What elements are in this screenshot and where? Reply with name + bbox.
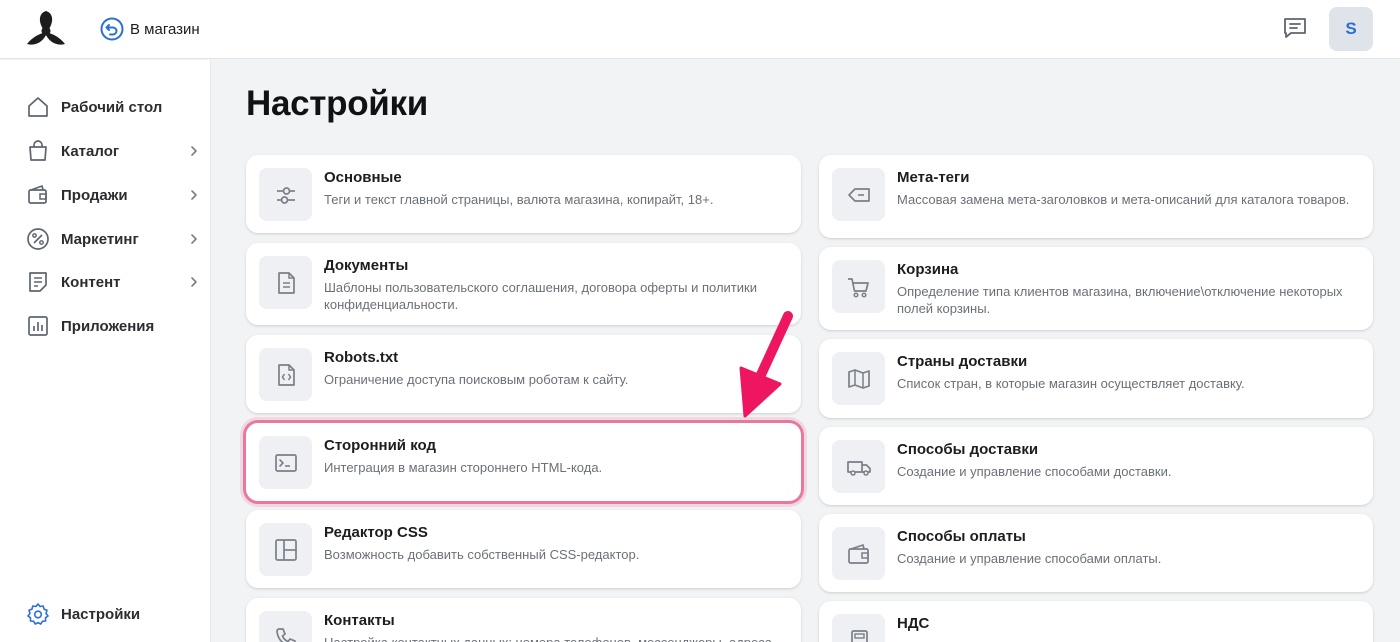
sliders-icon (259, 168, 312, 221)
file-code-icon (259, 348, 312, 401)
card-description: Список стран, в которые магазин осуществ… (897, 376, 1245, 391)
chevron-right-icon (191, 190, 197, 200)
card-title: Корзина (897, 261, 959, 278)
card-description: Ограничение доступа поисковым роботам к … (324, 372, 629, 387)
back-to-store-label: В магазин (130, 20, 200, 38)
card-title: Основные (324, 169, 402, 186)
cart-icon (832, 260, 885, 313)
undo-circle-icon (100, 17, 124, 41)
layout-icon (259, 523, 312, 576)
phone-icon (259, 611, 312, 642)
settings-card-general[interactable]: Основные Теги и текст главной страницы, … (246, 155, 801, 233)
wallet-icon (26, 183, 50, 207)
sidebar-item-dashboard[interactable]: Рабочий стол (26, 91, 206, 123)
card-title: Редактор CSS (324, 524, 428, 541)
settings-card-delivery-methods[interactable]: Способы доставки Создание и управление с… (819, 427, 1373, 505)
sidebar-item-label: Продажи (61, 186, 128, 204)
sidebar-item-settings[interactable]: Настройки (26, 598, 206, 630)
map-icon (832, 352, 885, 405)
sidebar-item-label: Рабочий стол (61, 98, 163, 116)
sidebar-item-marketing[interactable]: Маркетинг (26, 223, 206, 255)
settings-card-meta-tags[interactable]: Мета-теги Массовая замена мета-заголовко… (819, 155, 1373, 238)
tag-icon (832, 168, 885, 221)
sidebar-item-content[interactable]: Контент (26, 266, 206, 298)
card-description: Возможность добавить собственный CSS-ред… (324, 547, 640, 562)
chevron-right-icon (191, 146, 197, 156)
card-description: Шаблоны пользовательского соглашения, до… (324, 280, 757, 312)
user-avatar[interactable]: S (1329, 7, 1373, 51)
calculator-icon (832, 614, 885, 642)
file-text-icon (259, 256, 312, 309)
settings-card-robots[interactable]: Robots.txt Ограничение доступа поисковым… (246, 335, 801, 413)
sidebar-item-label: Маркетинг (61, 230, 139, 248)
logo-icon[interactable] (24, 9, 68, 47)
card-description: Теги и текст главной страницы, валюта ма… (324, 192, 714, 207)
settings-card-vat[interactable]: НДС (819, 601, 1373, 642)
card-description: Создание и управление способами оплаты. (897, 551, 1162, 566)
settings-card-css-editor[interactable]: Редактор CSS Возможность добавить собств… (246, 510, 801, 588)
chevron-right-icon (191, 234, 197, 244)
sidebar-item-label: Приложения (61, 317, 155, 335)
sidebar-item-label: Каталог (61, 142, 120, 160)
apps-chart-icon (26, 314, 50, 338)
page-title: Настройки (246, 84, 428, 123)
bag-icon (26, 139, 50, 163)
settings-card-delivery-countries[interactable]: Страны доставки Список стран, в которые … (819, 339, 1373, 418)
sidebar-item-sales[interactable]: Продажи (26, 179, 206, 211)
sidebar-item-catalog[interactable]: Каталог (26, 135, 206, 167)
settings-card-cart[interactable]: Корзина Определение типа клиентов магази… (819, 247, 1373, 330)
back-to-store-link[interactable]: В магазин (100, 16, 200, 42)
message-icon[interactable] (1282, 15, 1308, 41)
settings-card-payment-methods[interactable]: Способы оплаты Создание и управление спо… (819, 514, 1373, 592)
card-title: Документы (324, 257, 409, 274)
terminal-icon (259, 436, 312, 489)
chevron-right-icon (191, 277, 197, 287)
card-title: Способы доставки (897, 441, 1039, 458)
sidebar-item-label: Контент (61, 273, 121, 291)
card-title: Robots.txt (324, 349, 399, 366)
card-description: Создание и управление способами доставки… (897, 464, 1172, 479)
truck-icon (832, 440, 885, 493)
settings-card-documents[interactable]: Документы Шаблоны пользовательского согл… (246, 243, 801, 325)
card-title: Контакты (324, 612, 395, 629)
sidebar-item-label: Настройки (61, 605, 141, 623)
card-description: Интеграция в магазин стороннего HTML-код… (324, 460, 603, 475)
card-description: Настройка контактных данных: номера теле… (324, 634, 779, 642)
settings-card-third-party-code[interactable]: Сторонний код Интеграция в магазин сторо… (246, 423, 801, 501)
sidebar: Рабочий стол Каталог Продажи Маркетинг К… (0, 60, 211, 642)
gear-icon (26, 602, 50, 626)
card-title: Сторонний код (324, 437, 436, 454)
home-icon (26, 95, 50, 119)
card-description: Определение типа клиентов магазина, вклю… (897, 284, 1343, 316)
document-icon (26, 270, 50, 294)
percent-icon (26, 227, 50, 251)
card-title: Страны доставки (897, 353, 1028, 370)
card-title: НДС (897, 615, 930, 632)
card-title: Способы оплаты (897, 528, 1026, 545)
settings-card-contacts[interactable]: Контакты Настройка контактных данных: но… (246, 598, 801, 642)
sidebar-item-apps[interactable]: Приложения (26, 310, 206, 342)
wallet-icon (832, 527, 885, 580)
card-description: Массовая замена мета-заголовков и мета-о… (897, 192, 1350, 207)
card-title: Мета-теги (897, 169, 970, 186)
top-bar: В магазин S (0, 0, 1400, 59)
